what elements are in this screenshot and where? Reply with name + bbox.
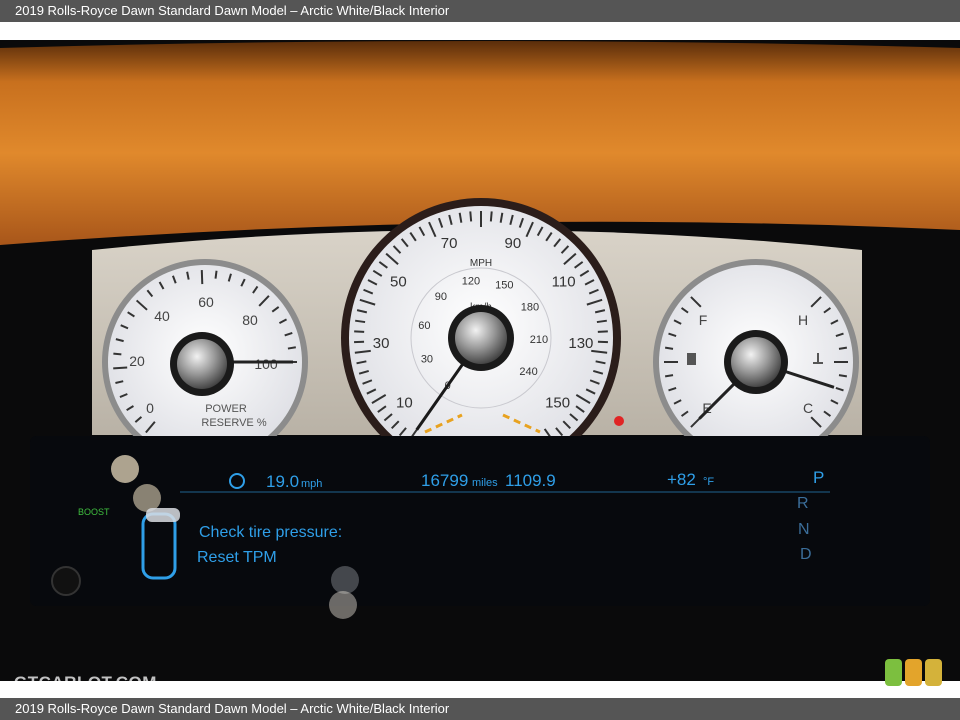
- site-logo: [885, 659, 942, 686]
- power-label-1: POWER: [205, 403, 247, 415]
- kmh-tick-30: 30: [421, 354, 433, 366]
- display-speed-unit: mph: [301, 478, 322, 490]
- mph-tick-110: 110: [552, 274, 576, 291]
- kmh-tick-180: 180: [521, 302, 539, 314]
- fuel-label-f: F: [699, 312, 708, 328]
- power-tick-40: 40: [154, 308, 170, 324]
- mph-tick-50: 50: [390, 274, 407, 291]
- gauge-tick: [664, 346, 674, 350]
- gauge-tick: [596, 319, 607, 324]
- temp-label-c: C: [803, 400, 813, 416]
- power-tick-80: 80: [242, 312, 258, 328]
- display-speed-value: 19.0: [266, 472, 299, 491]
- seatbelt-warning-icon: [614, 416, 624, 426]
- caption-text-bottom: 2019 Rolls-Royce Dawn Standard Dawn Mode…: [15, 701, 450, 716]
- gauge-tick: [214, 270, 218, 279]
- fuel-temp-gauge: F E H C: [653, 259, 859, 465]
- fuel-pump-icon: [687, 353, 696, 365]
- power-reserve-gauge: 0 20 40 60 80 100 POWER RESERVE %: [102, 259, 308, 465]
- reflection-light: [133, 484, 161, 512]
- display-temp-value: +82: [667, 470, 696, 489]
- temp-label-h: H: [798, 312, 808, 328]
- logo-square-yellow: [925, 659, 942, 686]
- kmh-tick-60: 60: [418, 320, 430, 332]
- gauge-tick: [113, 366, 128, 370]
- gauge-tick: [838, 346, 848, 350]
- logo-square-orange: [905, 659, 922, 686]
- gauge-tick: [355, 319, 366, 324]
- display-trip-value: 1109.9: [505, 471, 556, 490]
- dashboard-photo: 0 20 40 60 80 100 POWER RESERVE % MPH km…: [0, 40, 960, 681]
- caption-bar-bottom: 2019 Rolls-Royce Dawn Standard Dawn Mode…: [0, 698, 960, 720]
- logo-square-green: [885, 659, 902, 686]
- kmh-tick-240: 240: [519, 366, 537, 378]
- kmh-tick-120: 120: [462, 276, 480, 288]
- watermark: GTCARLOT.COM: [14, 673, 157, 692]
- gauge-tick: [354, 330, 365, 333]
- reflection-light: [331, 566, 359, 594]
- gauge-tick: [838, 374, 848, 378]
- kmh-tick-210: 210: [530, 334, 548, 346]
- message-line-2: Reset TPM: [197, 549, 277, 566]
- gauge-tick: [469, 211, 473, 222]
- power-tick-20: 20: [129, 353, 145, 369]
- caption-bar-top: 2019 Rolls-Royce Dawn Standard Dawn Mode…: [0, 0, 960, 22]
- mph-label: MPH: [470, 258, 492, 269]
- gauge-tick: [664, 374, 674, 378]
- gear-d: D: [800, 546, 812, 563]
- digital-display: 19.0 mph 16799 miles 1109.9 +82 °F BOOST…: [30, 436, 930, 619]
- mph-tick-70: 70: [441, 235, 458, 252]
- power-label-2: RESERVE %: [201, 417, 266, 429]
- gauge-tick: [489, 211, 493, 222]
- reflection-light: [329, 591, 357, 619]
- message-line-1: Check tire pressure:: [199, 524, 342, 541]
- mph-tick-130: 130: [568, 335, 593, 352]
- gear-n: N: [798, 521, 810, 538]
- gauge-tick: [597, 330, 608, 333]
- caption-text-top: 2019 Rolls-Royce Dawn Standard Dawn Mode…: [15, 3, 450, 18]
- power-tick-60: 60: [198, 294, 214, 310]
- mph-tick-150: 150: [545, 394, 570, 411]
- kmh-tick-90: 90: [435, 291, 447, 303]
- power-tick-100: 100: [254, 356, 278, 372]
- mph-tick-90: 90: [505, 235, 522, 252]
- trip-reset-knob[interactable]: [51, 566, 81, 596]
- display-odometer-value: 16799: [421, 471, 468, 490]
- display-temp-unit: °F: [703, 476, 714, 488]
- gauge-tick: [287, 346, 296, 350]
- gear-p: P: [813, 468, 824, 487]
- kmh-tick-150: 150: [495, 280, 513, 292]
- mph-tick-30: 30: [373, 335, 390, 352]
- mph-tick-10: 10: [396, 394, 413, 411]
- mode-badge: BOOST: [78, 507, 110, 517]
- gear-r: R: [797, 495, 809, 512]
- reflection-light: [111, 455, 139, 483]
- gauge-tick: [113, 352, 122, 356]
- power-tick-0: 0: [146, 400, 154, 416]
- display-odometer-unit: miles: [472, 477, 498, 489]
